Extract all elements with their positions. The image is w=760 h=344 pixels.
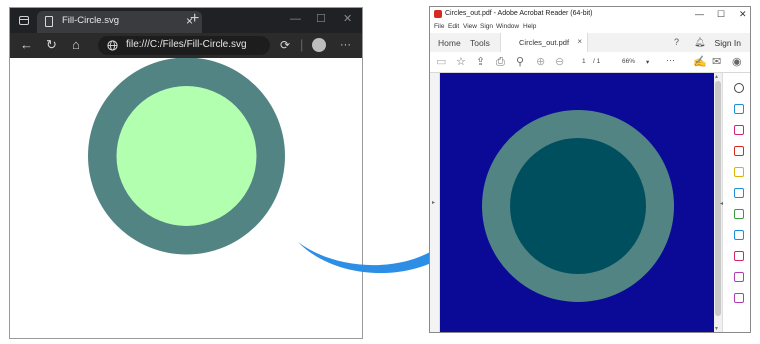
combine-files-icon[interactable] [734,188,744,198]
maximize-icon[interactable]: ☐ [316,13,326,25]
window-title: Circles_out.pdf - Adobe Acrobat Reader (… [445,10,593,17]
sign-pen-icon[interactable]: ✍ [693,56,707,68]
inner-circle [116,86,257,226]
tab-title: Fill-Circle.svg [62,15,119,26]
create-pdf-icon[interactable] [734,146,744,156]
document-tab-close-button[interactable]: × [577,37,582,46]
menu-window[interactable]: Window [496,23,519,30]
current-page[interactable]: 1 [582,58,586,65]
more-tools-icon[interactable]: ··· [666,55,675,65]
tab-document[interactable]: Circles_out.pdf × [500,33,588,52]
edit-pdf-icon[interactable] [734,209,744,219]
refresh-icon[interactable]: ↻ [46,37,57,53]
svg-viewport [10,57,362,338]
scroll-thumb[interactable] [715,81,721,316]
search-icon[interactable]: ⚲ [516,56,524,68]
zoom-level[interactable]: 66% [622,58,635,65]
right-tools-panel: ◂ [720,73,750,332]
page-up-icon[interactable]: ⊕ [536,56,545,68]
left-panel-strip: ▸ [430,73,440,332]
menu-view[interactable]: View [463,23,477,30]
document-tab-label: Circles_out.pdf [519,38,570,47]
upload-icon[interactable]: ⇪ [476,56,485,68]
acrobat-title-bar: Circles_out.pdf - Adobe Acrobat Reader (… [430,7,750,22]
pdf-circles-drawing [440,73,714,332]
compress-icon[interactable] [734,293,744,303]
help-icon[interactable]: ? [674,37,679,47]
fill-circle-drawing [88,57,285,255]
menu-sign[interactable]: Sign [480,23,493,30]
menu-help[interactable]: Help [523,23,536,30]
browser-tab-active[interactable]: Fill-Circle.svg × [37,11,202,33]
maximize-icon[interactable]: ☐ [717,9,725,19]
tab-tools[interactable]: Tools [470,38,490,48]
minimize-icon[interactable]: — [290,13,301,25]
bookmark-star-icon[interactable]: ☆ [456,56,466,68]
export-pdf-icon[interactable] [734,104,744,114]
fill-sign-icon[interactable] [734,251,744,261]
page-icon [45,16,53,27]
globe-icon [107,40,118,51]
acrobat-logo-icon [434,10,442,18]
scan-icon[interactable] [734,230,744,240]
home-icon[interactable]: ⌂ [72,37,80,53]
print-icon[interactable]: ⎙ [496,56,505,68]
new-tab-button[interactable]: + [190,10,199,28]
acrobat-toolbar: ▭ ☆ ⇪ ⎙ ⚲ ⊕ ⊖ 1 / 1 66% ▾ ··· ✍ ✉ ◉ [430,52,750,73]
pdf-page [440,73,714,332]
protect-icon[interactable] [734,272,744,282]
mail-icon[interactable]: ✉ [712,56,721,68]
scroll-down-icon[interactable]: ▾ [715,325,718,332]
account-icon[interactable]: ◉ [732,56,742,68]
extensions-icon[interactable]: ⟳ [280,37,290,53]
profile-avatar[interactable] [312,38,326,52]
organize-pages-icon[interactable] [734,125,744,135]
back-icon[interactable]: ← [20,37,33,53]
minimize-icon[interactable]: — [695,9,704,19]
page-down-icon[interactable]: ⊖ [555,56,564,68]
notification-bell-icon[interactable]: 🔔︎ [694,37,705,48]
comment-icon[interactable] [734,167,744,177]
menu-file[interactable]: File [434,23,444,30]
total-pages: / 1 [593,58,601,65]
address-text: file:///C:/Files/Fill-Circle.svg [126,39,247,50]
menu-edit[interactable]: Edit [448,23,459,30]
acrobat-window: Circles_out.pdf - Adobe Acrobat Reader (… [429,6,751,333]
window-menu-icon[interactable] [19,16,29,25]
zoom-in-icon[interactable] [734,83,744,93]
close-window-icon[interactable]: ✕ [343,13,352,25]
menu-bar: File Edit View Sign Window Help [430,22,750,33]
close-window-icon[interactable]: ✕ [739,9,747,19]
pdf-inner-circle [510,138,646,274]
save-icon[interactable]: ▭ [436,56,446,68]
tab-home[interactable]: Home [438,38,461,48]
sign-in-button[interactable]: Sign In [715,38,741,48]
browser-tab-bar: Fill-Circle.svg × + — ☐ ✕ [10,8,362,33]
acrobat-tab-bar: Home Tools Circles_out.pdf × ? 🔔︎ Sign I… [430,33,750,53]
more-menu-icon[interactable]: ··· [340,37,351,53]
right-panel-toggle-icon[interactable]: ◂ [720,200,723,207]
left-panel-toggle-icon[interactable]: ▸ [432,199,435,206]
browser-toolbar: ← ↻ ⌂ file:///C:/Files/Fill-Circle.svg ⟳… [10,33,362,58]
scroll-up-icon[interactable]: ▴ [715,73,718,80]
address-bar[interactable]: file:///C:/Files/Fill-Circle.svg [98,36,270,55]
browser-window: Fill-Circle.svg × + — ☐ ✕ ← ↻ ⌂ file:///… [9,7,363,339]
zoom-dropdown-icon[interactable]: ▾ [646,58,649,66]
toolbar-divider: | [300,37,304,52]
